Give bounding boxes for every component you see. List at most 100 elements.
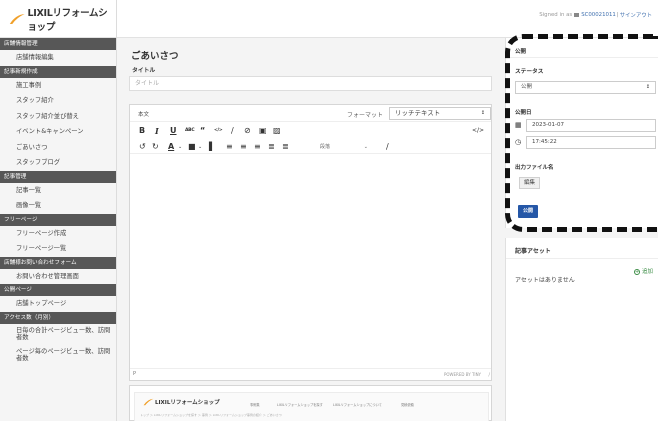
element-path: P (133, 371, 137, 377)
sidebar-item[interactable]: 記事一覧 (0, 182, 116, 198)
preview-logo-text: LIXILリフォームショップ (155, 400, 220, 406)
preview-nav-item: LIXILリフォームショップを探す (277, 403, 323, 407)
sidebar-item[interactable]: 画像一覧 (0, 198, 116, 214)
tab-body[interactable]: 本文 (138, 110, 149, 118)
outdent-icon[interactable]: ≣ (282, 140, 289, 154)
format-select[interactable]: リッチテキスト ↕ (389, 107, 491, 120)
link-icon[interactable]: ∕ (231, 124, 234, 138)
indent-icon[interactable]: ≣ (268, 140, 275, 154)
asset-empty-text: アセットはありません (515, 277, 575, 284)
topbar: Signed in as SC00021011 | サインアウト (117, 0, 658, 38)
sidebar-item[interactable]: お問い合わせ管理画面 (0, 268, 116, 284)
user-icon (574, 13, 580, 17)
sidebar-section-header: フリーページ (0, 213, 116, 226)
editor-toolbar-layout: ↺ ↻ A ⌄ ■ ⌄ ▌ ≡ ≡ ≡ ≣ ≣ 段落 ⌄ ∕ (130, 140, 491, 154)
code-icon[interactable]: </> (214, 124, 223, 138)
preview-nav-item: 見積依頼 (401, 403, 414, 407)
align-right-icon[interactable]: ≡ (254, 140, 261, 154)
sidebar-item[interactable]: 施工事例 (0, 77, 116, 93)
sidebar-item[interactable]: スタッフ紹介 (0, 93, 116, 109)
clock-icon: ◷ (515, 138, 522, 146)
status-select[interactable]: 公開 ↕ (515, 81, 656, 94)
format-select-value: リッチテキスト (395, 109, 441, 117)
sidebar-item[interactable]: スタッフブログ (0, 155, 116, 171)
sidebar-item[interactable]: フリーページ一覧 (0, 241, 116, 257)
bold-icon[interactable]: B (139, 124, 145, 138)
format-label: フォーマット (347, 112, 384, 119)
sidebar-section-header: 店舗情報管理 (0, 38, 116, 50)
sidebar-item[interactable]: ごあいさつ (0, 139, 116, 155)
sidebar-section-header: 記事管理 (0, 170, 116, 183)
side-nav: 店舗情報管理 店舗情報編集 記事新規作成 施工事例 スタッフ紹介 スタッフ紹介並び替え イベ… (0, 38, 116, 366)
filename-label: 出力ファイル名 (515, 165, 554, 171)
sidebar-item[interactable]: ページ毎のページビュー数、訪問者数 (0, 344, 116, 366)
heading-select-value: 段落 (320, 144, 331, 150)
preview-panel: LIXILリフォームショップ 事例集 LIXILリフォームショップを探す LIX… (129, 385, 492, 421)
publish-button[interactable]: 公開 (518, 205, 538, 218)
chevron-down-icon[interactable]: ⌄ (198, 140, 202, 154)
divider (506, 258, 658, 259)
undo-icon[interactable]: ↺ (139, 140, 146, 154)
heading-select[interactable]: 段落 ⌄ (320, 142, 370, 152)
sidebar-section-header: 店舗様お問い合わせフォーム (0, 256, 116, 269)
signed-in-label: Signed in as (539, 12, 573, 18)
lixil-swoosh-icon (143, 398, 154, 406)
chevron-down-icon[interactable]: ⌄ (178, 140, 182, 154)
powered-by[interactable]: POWERED BY TINY (444, 372, 481, 377)
time-row: ◷ 17:45:22 (515, 136, 656, 149)
strikethrough-icon[interactable]: ABC (185, 124, 195, 138)
preview-nav-item: LIXILリフォームショップについて (333, 403, 382, 407)
divider: | (616, 12, 619, 18)
pubdate-label: 公開日 (515, 110, 532, 116)
publish-heading: 公開 (515, 49, 527, 55)
title-input[interactable]: タイトル (129, 76, 492, 91)
chevron-down-icon: ⌄ (363, 144, 368, 150)
editor-statusbar: P POWERED BY TINY ∕ (130, 368, 491, 380)
date-input[interactable]: 2023-01-07 (526, 119, 656, 132)
plus-circle-icon: + (633, 269, 640, 275)
bg-color-icon[interactable]: ■ (188, 140, 196, 154)
sidebar-item[interactable]: 日毎の合計ページビュー数、訪問者数 (0, 323, 116, 345)
italic-icon[interactable]: I (155, 124, 159, 138)
text-color-icon[interactable]: A (168, 140, 174, 154)
sidebar-section-header: 公開ページ (0, 284, 116, 296)
source-code-icon[interactable]: </> (472, 124, 484, 138)
status-label: ステータス (515, 69, 544, 75)
media-icon[interactable]: ▨ (273, 124, 281, 138)
logout-link[interactable]: サインアウト (620, 11, 652, 19)
preview-breadcrumb: トップ ＞ LIXILリフォームショップを探す ＞ 事例 ＞ LIXILリフォー… (140, 413, 282, 417)
sidebar-item[interactable]: 店舗トップページ (0, 296, 116, 312)
underline-icon[interactable]: U (170, 124, 177, 138)
sidebar-item[interactable]: スタッフ紹介並び替え (0, 108, 116, 124)
align-left-icon[interactable]: ≡ (226, 140, 233, 154)
lixil-swoosh-icon (9, 13, 25, 24)
sidebar-section-header: 記事新規作成 (0, 65, 116, 78)
publish-box: 公開 ステータス 公開 ↕ 公開日 ▦ 2023-01-07 ◷ 17:45:2… (505, 38, 658, 228)
format-painter-icon[interactable]: ∕ (386, 140, 389, 154)
user-id[interactable]: SC00021011 (581, 12, 616, 18)
preview-frame: LIXILリフォームショップ 事例集 LIXILリフォームショップを探す LIX… (134, 392, 489, 421)
time-input[interactable]: 17:45:22 (526, 136, 656, 149)
preview-logo: LIXILリフォームショップ (143, 398, 220, 406)
editor-toolbar-format: B I U ABC “ </> ∕ ⊘ ▣ ▨ </> (130, 124, 491, 138)
title-label: タイトル (132, 68, 156, 74)
signed-in-info: Signed in as SC00021011 | サインアウト (539, 11, 652, 19)
unlink-icon[interactable]: ⊘ (244, 124, 251, 138)
blockquote-icon[interactable]: “ (200, 124, 205, 138)
sidebar-item[interactable]: フリーページ作成 (0, 225, 116, 241)
sidebar-section-header: アクセス数（月別） (0, 311, 116, 324)
chevron-updown-icon: ↕ (480, 110, 485, 116)
resize-handle-icon[interactable]: ∕ (488, 372, 490, 378)
image-icon[interactable]: ▣ (259, 124, 267, 138)
align-center-icon[interactable]: ≡ (240, 140, 247, 154)
divider (506, 57, 658, 58)
asset-heading: 記事アセット (515, 248, 551, 255)
logo[interactable]: LIXILリフォームショップ (0, 0, 116, 38)
editor-body[interactable] (130, 155, 491, 368)
sidebar-item[interactable]: イベント&キャンペーン (0, 124, 116, 140)
add-asset-button[interactable]: + 追加 (633, 267, 653, 275)
sidebar-item[interactable]: 店舗情報編集 (0, 50, 116, 66)
clear-format-icon[interactable]: ▌ (209, 140, 215, 154)
redo-icon[interactable]: ↻ (152, 140, 159, 154)
edit-filename-button[interactable]: 編集 (519, 177, 540, 189)
